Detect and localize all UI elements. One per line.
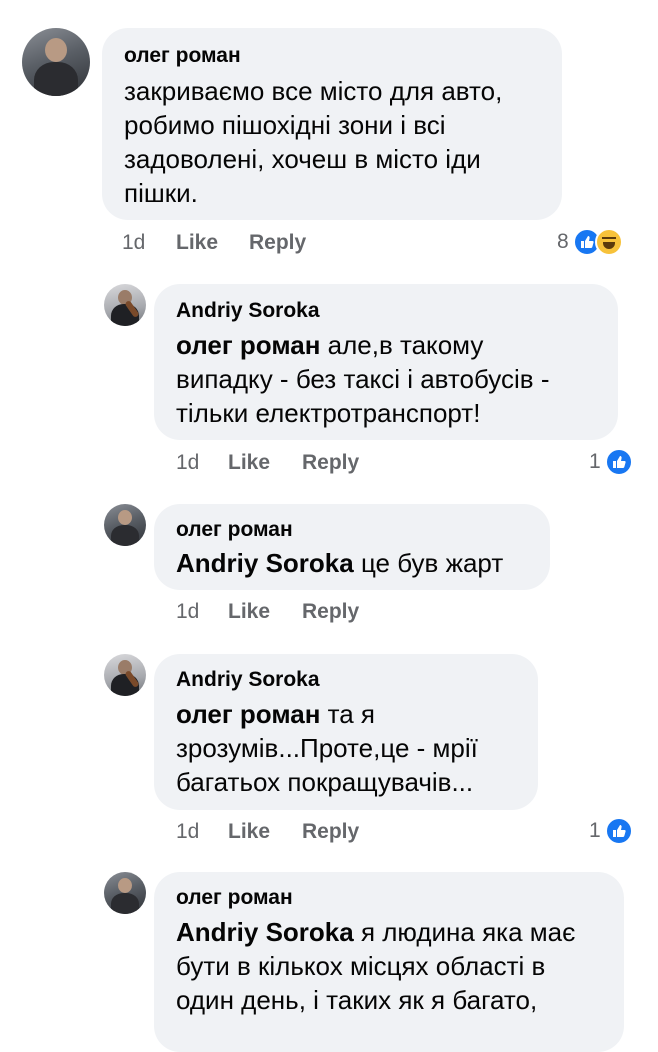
reaction-summary[interactable]: 1 — [589, 448, 633, 476]
like-button[interactable]: Like — [228, 820, 270, 844]
avatar[interactable] — [104, 504, 146, 546]
comment-author[interactable]: олег роман — [176, 518, 293, 542]
comment-text: олег роман але,в такому випадку - без та… — [176, 328, 549, 430]
comment-text-line: але,в такому — [320, 330, 484, 360]
comment-timestamp[interactable]: 1d — [176, 820, 199, 844]
comment-author[interactable]: Andriy Soroka — [176, 668, 320, 692]
comment-text-line: закриваємо все місто для авто, — [124, 76, 503, 106]
comment-text-line: випадку - без таксі і автобусів - — [176, 364, 550, 394]
reaction-summary[interactable]: 8 — [557, 228, 623, 256]
comment-text-line: тільки електротранспорт! — [176, 398, 481, 428]
reply-button[interactable]: Reply — [302, 451, 359, 475]
like-button[interactable]: Like — [228, 451, 270, 475]
comment-text-line: та я — [320, 699, 376, 729]
mention-link[interactable]: Andriy Soroka — [176, 548, 354, 578]
comment-text-line: один день, і таких як я багато, — [176, 985, 538, 1015]
reaction-count: 8 — [557, 230, 569, 253]
reaction-count: 1 — [589, 450, 601, 473]
comment-text: Andriy Soroka я людина яка має бути в кі… — [176, 915, 575, 1017]
like-icon — [604, 817, 633, 845]
comment-text-line: це був жарт — [353, 548, 504, 578]
like-icon — [604, 448, 633, 476]
haha-icon — [594, 228, 623, 256]
comment-text-line: бути в кількох місцях області в — [176, 951, 546, 981]
avatar[interactable] — [104, 284, 146, 326]
mention-link[interactable]: олег роман — [176, 330, 320, 360]
comment-text-line: я людина яка має — [353, 917, 576, 947]
comment-text-line: багатьох покращувачів... — [176, 767, 474, 797]
comment-text: Andriy Soroka це був жарт — [176, 546, 503, 580]
mention-link[interactable]: Andriy Soroka — [176, 917, 354, 947]
reply-button[interactable]: Reply — [302, 600, 359, 624]
avatar[interactable] — [22, 28, 90, 96]
avatar[interactable] — [104, 872, 146, 914]
comment-text: олег роман та я зрозумів...Проте,це - мр… — [176, 697, 478, 799]
comment-timestamp[interactable]: 1d — [122, 231, 145, 255]
reply-button[interactable]: Reply — [249, 231, 306, 255]
reaction-summary[interactable]: 1 — [589, 817, 633, 845]
avatar[interactable] — [104, 654, 146, 696]
comment-text-line: задоволені, хочеш в місто іди — [124, 144, 481, 174]
comment-timestamp[interactable]: 1d — [176, 600, 199, 624]
like-button[interactable]: Like — [176, 231, 218, 255]
comment-text: закриваємо все місто для авто, робимо пі… — [124, 74, 502, 210]
comment-author[interactable]: Andriy Soroka — [176, 299, 320, 323]
reaction-count: 1 — [589, 819, 601, 842]
reply-button[interactable]: Reply — [302, 820, 359, 844]
comment-text-line: пішки. — [124, 178, 198, 208]
comment-timestamp[interactable]: 1d — [176, 451, 199, 475]
comment-author[interactable]: олег роман — [176, 886, 293, 910]
comment-text-line: зрозумів...Проте,це - мрії — [176, 733, 478, 763]
mention-link[interactable]: олег роман — [176, 699, 320, 729]
comment-author[interactable]: олег роман — [124, 44, 241, 68]
like-button[interactable]: Like — [228, 600, 270, 624]
comment-text-line: робимо пішохідні зони і всі — [124, 110, 446, 140]
